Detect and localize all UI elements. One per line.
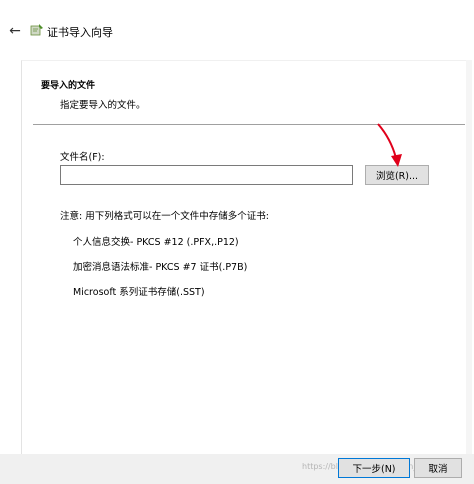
format-item-sst: Microsoft 系列证书存储(.SST) xyxy=(73,287,205,298)
wizard-page: 要导入的文件 指定要导入的文件。 文件名(F): 浏览(R)... 注意: 用下… xyxy=(21,60,467,455)
next-button[interactable]: 下一步(N) xyxy=(338,458,410,478)
certificate-wizard-icon xyxy=(30,24,43,36)
header-divider xyxy=(33,124,465,125)
page-description: 指定要导入的文件。 xyxy=(60,100,146,111)
certificate-import-wizard-window: ← 证书导入向导 要导入的文件 指定要导入的文件。 文件名(F): 浏览(R).… xyxy=(0,0,474,484)
file-name-label: 文件名(F): xyxy=(60,152,105,163)
title-bar: ← 证书导入向导 xyxy=(0,0,474,60)
note-text: 注意: 用下列格式可以在一个文件中存储多个证书: xyxy=(60,211,269,222)
file-name-input[interactable] xyxy=(60,165,353,185)
back-arrow-icon[interactable]: ← xyxy=(6,22,24,40)
format-item-pfx: 个人信息交换- PKCS #12 (.PFX,.P12) xyxy=(73,237,239,248)
cancel-button[interactable]: 取消 xyxy=(414,458,462,478)
format-item-p7b: 加密消息语法标准- PKCS #7 证书(.P7B) xyxy=(73,262,248,273)
right-scrollbar[interactable] xyxy=(466,60,472,454)
window-title: 证书导入向导 xyxy=(47,26,113,39)
browse-button[interactable]: 浏览(R)... xyxy=(365,165,429,185)
page-heading: 要导入的文件 xyxy=(41,81,96,91)
